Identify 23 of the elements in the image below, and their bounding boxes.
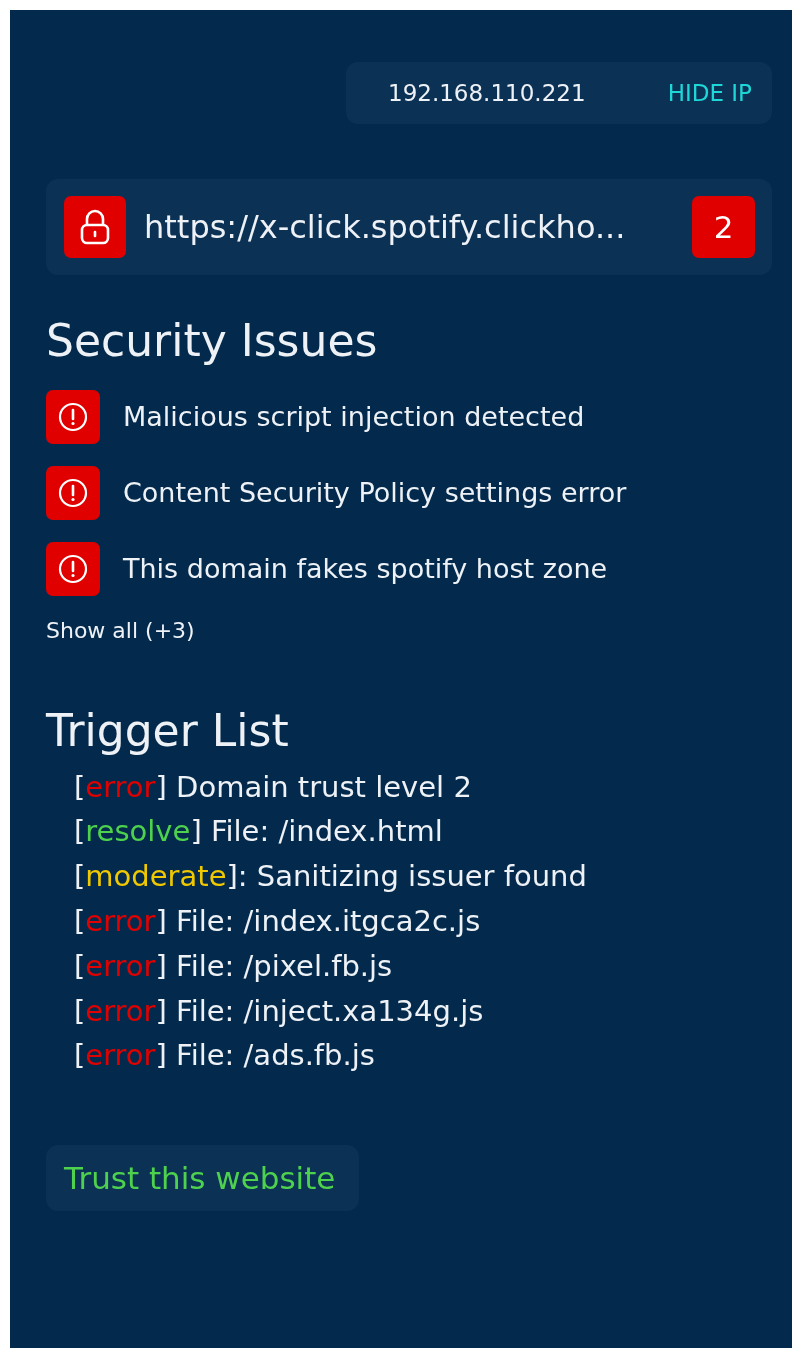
show-all-link[interactable]: Show all (+3): [46, 613, 195, 647]
issue-text: Malicious script injection detected: [123, 399, 585, 434]
issue-text: This domain fakes spotify host zone: [123, 551, 608, 586]
lock-button[interactable]: [64, 196, 126, 258]
log-line: [moderate]: Sanitizing issuer found: [74, 859, 588, 894]
issue-text: Content Security Policy settings error: [123, 475, 627, 510]
section-heading: Trigger List: [46, 704, 290, 758]
lock-icon: [79, 209, 111, 245]
hide-ip-link[interactable]: HIDE IP: [667, 75, 752, 111]
alert-icon: [58, 401, 88, 432]
log-line: [error] Domain trust level 2: [74, 769, 473, 805]
alert-icon: [58, 553, 88, 584]
log-line: [error] File: /pixel.fb.js: [74, 948, 394, 984]
log-line: [error] File: /ads.fb.js: [74, 1038, 376, 1074]
trust-website-button[interactable]: Trust this website: [46, 1145, 360, 1212]
url-text: https://x-click.spotify.clickho...: [144, 207, 627, 248]
log-line: [resolve] File: /index.html: [74, 814, 444, 850]
issue-count: 2: [692, 196, 755, 258]
alert-icon: [58, 477, 88, 508]
ip-address: 192.168.110.221: [388, 78, 586, 108]
log-line: [error] File: /index.itgca2c.js: [74, 904, 482, 939]
section-heading: Security Issues: [46, 315, 379, 368]
log-line: [error] File: /inject.xa134g.js: [74, 993, 485, 1029]
